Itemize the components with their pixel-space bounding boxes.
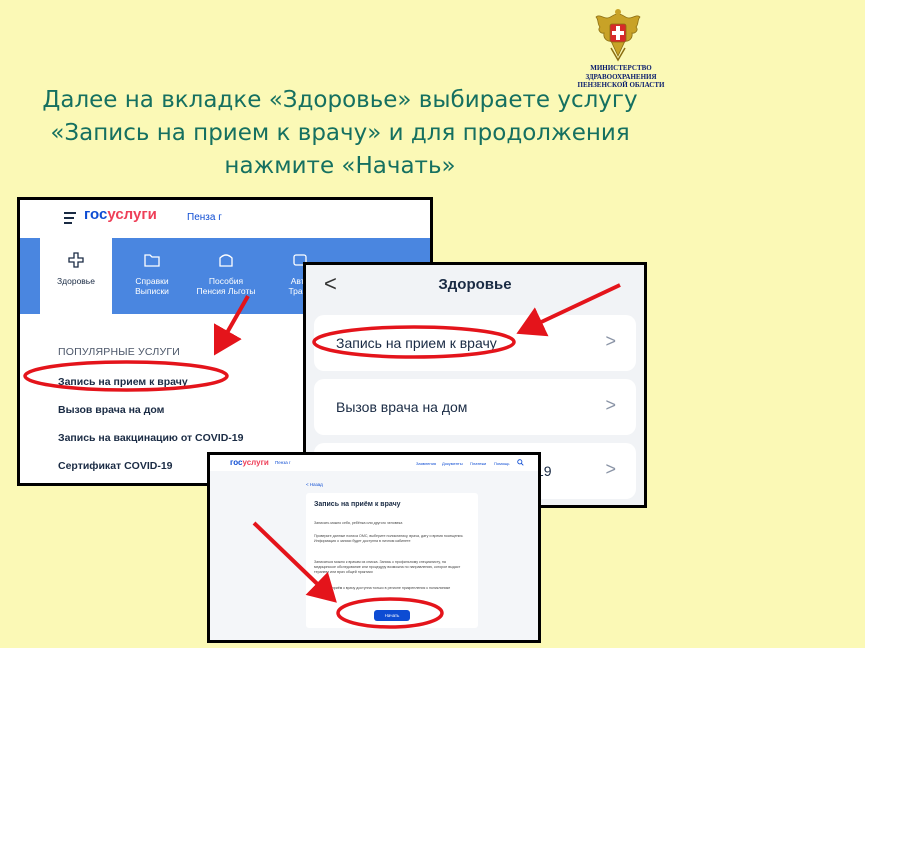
- top-bar: госуслуги Пенза г: [20, 200, 430, 238]
- nav-link-documents[interactable]: Документы: [442, 461, 463, 466]
- tab-health[interactable]: Здоровье: [40, 238, 112, 316]
- service-label: Запись на прием к врачу: [336, 335, 497, 351]
- section-title: Здоровье: [438, 276, 512, 293]
- service-link-appointment[interactable]: Запись на прием к врачу: [58, 376, 188, 388]
- top-bar: госуслуги Пенза г Заявления Документы Пл…: [210, 455, 538, 471]
- headline: Далее на вкладке «Здоровье» выбираете ус…: [20, 84, 660, 183]
- tab-label: Пособия: [208, 276, 244, 286]
- chevron-right-icon: >: [605, 395, 616, 415]
- section-title: ПОПУЛЯРНЫЕ УСЛУГИ: [58, 346, 180, 358]
- service-panel: Запись на приём к врачу Записать можно с…: [306, 493, 478, 628]
- chevron-right-icon: >: [605, 331, 616, 351]
- tab-benefits[interactable]: Пособия Пенсия Льготы: [190, 238, 262, 314]
- menu-icon[interactable]: [64, 212, 76, 227]
- search-icon[interactable]: [517, 459, 524, 466]
- service-link-home-visit[interactable]: Вызов врача на дом: [58, 404, 164, 416]
- service-label: Вызов врача на дом: [336, 399, 468, 415]
- city-selector[interactable]: Пенза г: [275, 460, 291, 465]
- service-card-home-visit[interactable]: Вызов врача на дом >: [314, 379, 636, 435]
- gosuslugi-logo[interactable]: госуслуги: [230, 458, 269, 467]
- tab-label: Выписки: [135, 286, 169, 296]
- logo-part-uslugi: услуги: [242, 458, 269, 467]
- ministry-line: ЗДРАВООХРАНЕНИЯ: [585, 72, 657, 81]
- tab-label: Пенсия Льготы: [196, 286, 256, 296]
- gosuslugi-logo[interactable]: госуслуги: [84, 206, 157, 223]
- service-link-vaccination[interactable]: Запись на вакцинацию от COVID-19: [58, 432, 243, 444]
- coat-of-arms-emblem: [595, 9, 641, 62]
- tab-label: Здоровье: [57, 276, 95, 286]
- back-link[interactable]: < Назад: [306, 482, 323, 487]
- service-title: Запись на приём к врачу: [314, 501, 401, 508]
- chevron-right-icon: >: [605, 459, 616, 479]
- plus-icon: [68, 252, 84, 268]
- section-header: < Здоровье: [306, 265, 644, 313]
- headline-line-1: Далее на вкладке «Здоровье» выбираете ус…: [42, 87, 638, 113]
- start-button[interactable]: Начать: [374, 610, 410, 621]
- city-selector[interactable]: Пенза г: [187, 212, 222, 223]
- info-paragraph: Записать можно себя, ребёнка или другого…: [314, 521, 403, 525]
- folder-icon: [144, 254, 160, 267]
- info-paragraph: Проверьте данные полиса ОМС, выберите по…: [314, 534, 464, 544]
- service-card-appointment[interactable]: Запись на прием к врачу >: [314, 315, 636, 371]
- headline-line-3: нажмите «Начать»: [224, 153, 456, 179]
- service-link-certificate[interactable]: Сертификат COVID-19: [58, 460, 173, 472]
- nav-link-help[interactable]: Помощь: [494, 461, 509, 466]
- logo-part-gos: гос: [84, 206, 108, 223]
- wallet-icon: [219, 254, 233, 267]
- screenshot-appointment-page: госуслуги Пенза г Заявления Документы Пл…: [207, 452, 541, 643]
- logo-part-gos: гос: [230, 458, 243, 467]
- tab-certificates[interactable]: Справки Выписки: [116, 238, 188, 314]
- headline-line-2: «Запись на прием к врачу» и для продолже…: [50, 120, 630, 146]
- logo-part-uslugi: услуги: [107, 206, 157, 223]
- tab-label: Справки: [135, 276, 169, 286]
- nav-link-payments[interactable]: Платежи: [470, 461, 486, 466]
- slide: МИНИСТЕРСТВО ЗДРАВООХРАНЕНИЯ ПЕНЗЕНСКОЙ …: [0, 0, 865, 648]
- ministry-line: МИНИСТЕРСТВО: [590, 64, 652, 72]
- info-paragraph: Запись на приём к врачу доступна только …: [314, 586, 451, 590]
- nav-link-applications[interactable]: Заявления: [416, 461, 436, 466]
- info-paragraph: Записаться можно к врачам из списка. Зап…: [314, 560, 461, 575]
